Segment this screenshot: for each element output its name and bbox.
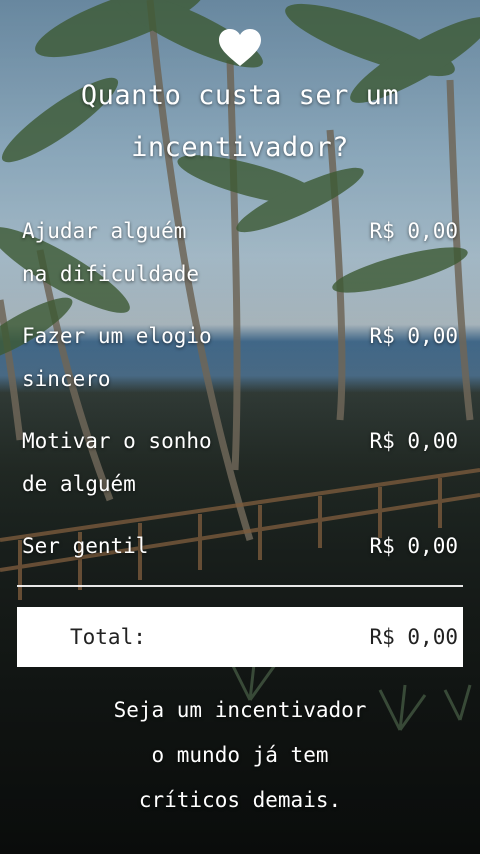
item-label: Fazer um elogio sincero [22, 315, 252, 401]
item-label-line-1: Motivar o sonho [22, 429, 212, 453]
item-price: R$ 0,00 [369, 429, 458, 453]
item-label-line-1: Fazer um elogio [22, 324, 212, 348]
item-label-line-2: sincero [22, 367, 111, 391]
item-label-line-1: Ser gentil [22, 534, 149, 558]
footer-line-2: o mundo já tem [151, 743, 329, 767]
total-box: Total: R$ 0,00 [17, 607, 463, 667]
divider [17, 585, 463, 587]
title-line-2: incentivador? [131, 132, 349, 163]
item-price: R$ 0,00 [369, 219, 458, 243]
page-title: Quanto custa ser um incentivador? [0, 70, 480, 174]
heart-icon [219, 29, 261, 66]
item-label: Ajudar alguém na dificuldade [22, 210, 252, 296]
title-line-1: Quanto custa ser um [80, 80, 400, 111]
item-price: R$ 0,00 [369, 324, 458, 348]
item-price: R$ 0,00 [369, 534, 458, 558]
item-label-line-2: na dificuldade [22, 262, 200, 286]
footer-message: Seja um incentivador o mundo já tem crít… [0, 688, 480, 823]
footer-line-3: críticos demais. [138, 788, 342, 812]
footer-line-1: Seja um incentivador [113, 698, 367, 722]
total-value: R$ 0,00 [369, 625, 458, 649]
item-label: Ser gentil [22, 525, 252, 568]
item-label-line-2: de alguém [22, 472, 136, 496]
item-label-line-1: Ajudar alguém [22, 219, 187, 243]
total-label: Total: [70, 625, 146, 649]
item-label: Motivar o sonho de alguém [22, 420, 252, 506]
